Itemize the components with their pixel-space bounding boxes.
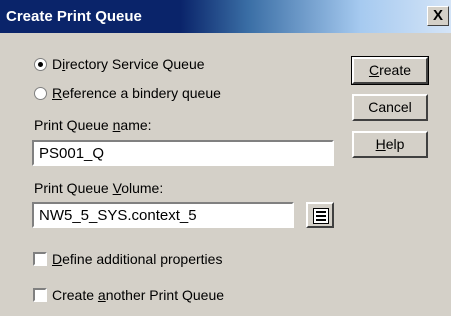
create-another-label[interactable]: Create another Print Queue	[52, 287, 224, 303]
queue-volume-label: Print Queue Volume:	[34, 180, 164, 196]
window-title: Create Print Queue	[6, 8, 142, 25]
define-properties-checkbox[interactable]	[33, 252, 47, 266]
close-icon: X	[432, 7, 443, 24]
radio-directory-service-queue-label[interactable]: Directory Service Queue	[52, 56, 205, 72]
radio-reference-bindery-queue-label[interactable]: Reference a bindery queue	[52, 85, 221, 101]
radio-directory-service-queue[interactable]	[34, 58, 47, 71]
help-button[interactable]: Help	[352, 131, 428, 158]
create-another-checkbox[interactable]	[33, 288, 47, 302]
title-bar[interactable]: Create Print Queue X	[0, 0, 451, 33]
radio-reference-bindery-queue[interactable]	[34, 87, 47, 100]
create-button[interactable]: Create	[351, 56, 429, 85]
browse-tree-icon	[313, 208, 329, 224]
define-properties-label[interactable]: Define additional properties	[52, 251, 222, 267]
queue-name-label: Print Queue name:	[34, 117, 152, 133]
browse-volume-button[interactable]	[306, 202, 334, 228]
queue-name-field[interactable]: PS001_Q	[32, 140, 334, 166]
close-button[interactable]: X	[427, 6, 449, 26]
queue-volume-field[interactable]: NW5_5_SYS.context_5	[32, 202, 294, 228]
cancel-button[interactable]: Cancel	[352, 94, 428, 121]
